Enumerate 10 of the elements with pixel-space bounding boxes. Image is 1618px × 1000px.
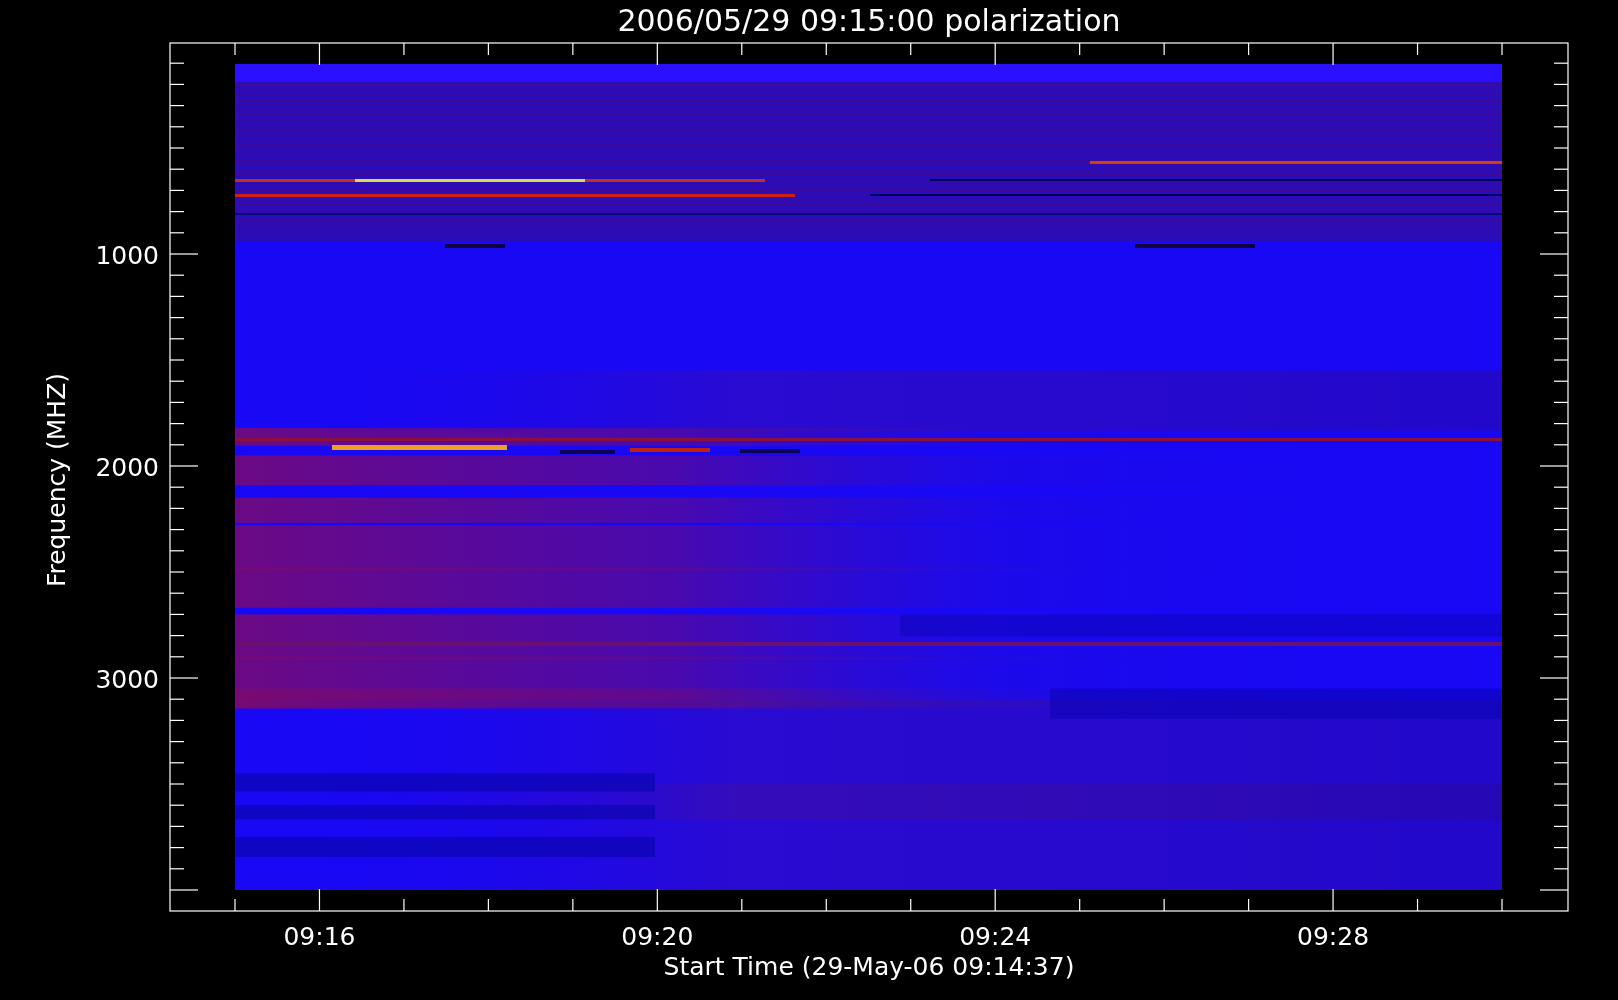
x-tick-label: 09:28: [1297, 922, 1370, 951]
y-tick-label: 1000: [95, 241, 159, 270]
x-tick-label: 09:20: [621, 922, 694, 951]
x-tick-label: 09:24: [959, 922, 1032, 951]
y-axis-label: Frequency (MHZ): [42, 372, 71, 588]
x-tick-label: 09:16: [283, 922, 356, 951]
x-axis-label: Start Time (29-May-06 09:14:37): [663, 952, 1075, 981]
y-tick-label: 3000: [95, 665, 159, 694]
chart-title: 2006/05/29 09:15:00 polarization: [617, 3, 1121, 38]
y-tick-label: 2000: [95, 453, 159, 482]
